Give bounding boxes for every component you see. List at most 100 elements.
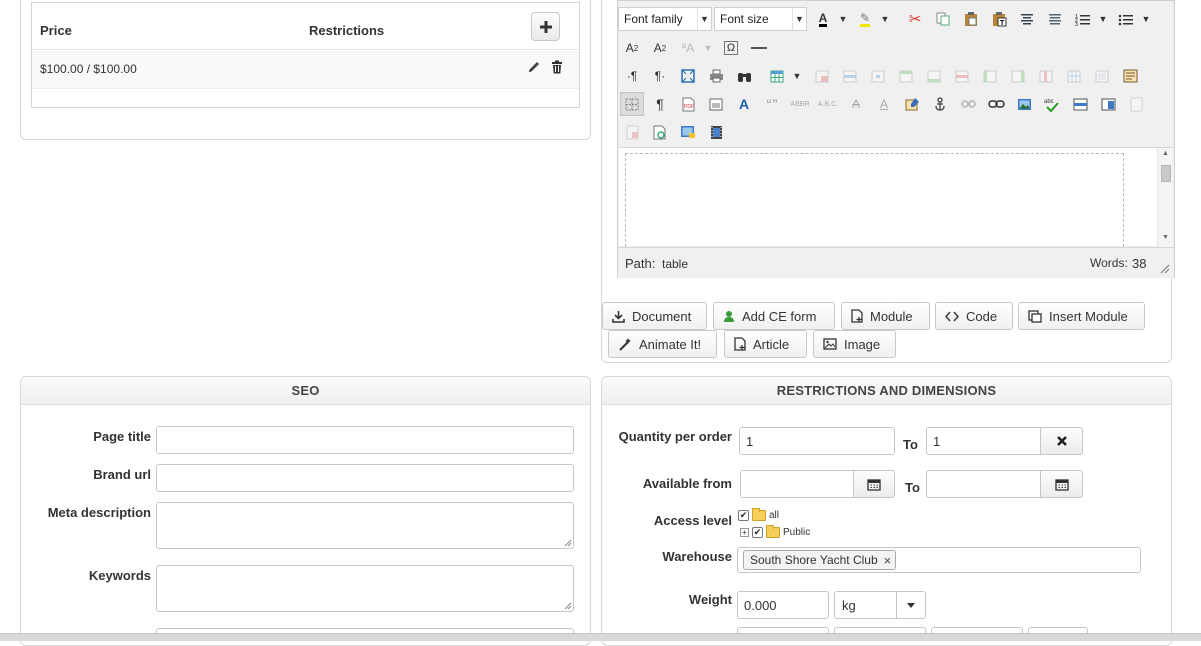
table-icon[interactable] <box>765 64 789 88</box>
edit-pencil-icon[interactable] <box>526 59 542 75</box>
insert-module-button[interactable]: Insert Module <box>1018 302 1145 330</box>
acronym-icon[interactable]: A.B.C. <box>816 92 840 116</box>
editor-content-area[interactable]: ▲ ▼ <box>619 147 1173 247</box>
access-public-checkbox[interactable]: ✔ <box>752 527 763 538</box>
special-char-icon[interactable]: Ω <box>719 36 743 60</box>
page-title-input[interactable] <box>156 426 574 454</box>
resize-grip-icon[interactable] <box>564 602 572 610</box>
editor-scrollbar[interactable]: ▲ ▼ <box>1157 148 1173 247</box>
link-icon[interactable] <box>984 92 1008 116</box>
text-direction-icon[interactable]: ªA <box>676 36 700 60</box>
page-break-icon[interactable] <box>1068 92 1092 116</box>
scroll-down-icon[interactable]: ▼ <box>1162 234 1169 241</box>
blockquote-icon[interactable]: “” <box>760 92 784 116</box>
pdf-icon[interactable]: PDF <box>676 92 700 116</box>
available-to-calendar-button[interactable] <box>1040 470 1083 498</box>
subscript-icon[interactable]: A2 <box>620 36 644 60</box>
row-props-icon[interactable] <box>838 64 862 88</box>
highlight-dropdown-icon[interactable]: ▼ <box>879 7 891 31</box>
copy-icon[interactable] <box>931 7 955 31</box>
insert-image-icon[interactable] <box>1012 92 1036 116</box>
code-button[interactable]: Code <box>935 302 1013 330</box>
attributes-icon[interactable] <box>900 92 924 116</box>
move-forward-icon[interactable] <box>1124 92 1148 116</box>
weight-unit-select[interactable]: kg <box>834 591 926 619</box>
brand-url-input[interactable] <box>156 464 574 492</box>
expand-icon[interactable]: + <box>740 528 749 537</box>
styles-icon[interactable]: A <box>732 92 756 116</box>
ordered-list-dropdown-icon[interactable]: ▼ <box>1097 7 1109 31</box>
anchor-icon[interactable] <box>928 92 952 116</box>
find-icon[interactable] <box>732 64 756 88</box>
cut-icon[interactable]: ✂ <box>903 7 927 31</box>
layer-icon[interactable] <box>1096 92 1120 116</box>
available-from-calendar-button[interactable] <box>853 470 895 498</box>
image-button[interactable]: Image <box>813 330 896 358</box>
media-icon[interactable] <box>704 120 728 144</box>
resize-grip-icon[interactable] <box>1160 264 1170 274</box>
add-price-button[interactable] <box>531 12 560 41</box>
font-family-select[interactable]: Font family ▼ <box>618 7 712 31</box>
available-from-input[interactable] <box>740 470 855 498</box>
iframe-icon[interactable] <box>704 92 728 116</box>
unordered-list-icon[interactable] <box>1114 7 1138 31</box>
visual-aid-icon[interactable] <box>620 92 644 116</box>
warehouse-multiselect[interactable]: South Shore Yacht Club × <box>737 547 1141 573</box>
clear-quantity-button[interactable] <box>1040 427 1083 455</box>
rtl-icon[interactable]: ¶· <box>648 64 672 88</box>
text-color-icon[interactable]: A <box>811 7 835 31</box>
insert-col-after-icon[interactable] <box>1006 64 1030 88</box>
remove-tag-icon[interactable]: × <box>884 553 892 569</box>
quantity-from-input[interactable] <box>739 427 895 455</box>
text-color-dropdown-icon[interactable]: ▼ <box>837 7 849 31</box>
unlink-icon[interactable] <box>956 92 980 116</box>
move-backward-icon[interactable] <box>620 120 644 144</box>
show-blocks-icon[interactable]: ¶ <box>648 92 672 116</box>
resize-grip-icon[interactable] <box>564 539 572 547</box>
document-button[interactable]: Document <box>602 302 707 330</box>
template-icon[interactable] <box>1118 64 1142 88</box>
font-size-select[interactable]: Font size ▼ <box>714 7 807 31</box>
cell-props-icon[interactable] <box>866 64 890 88</box>
access-all-checkbox[interactable]: ✔ <box>738 510 749 521</box>
access-tree-item-public[interactable]: + ✔ Public <box>740 525 810 538</box>
scroll-thumb[interactable] <box>1161 165 1171 182</box>
meta-description-textarea[interactable] <box>156 502 574 549</box>
ordered-list-icon[interactable]: 123 <box>1071 7 1095 31</box>
paste-text-icon[interactable]: T <box>987 7 1011 31</box>
insert-row-after-icon[interactable] <box>922 64 946 88</box>
access-tree-item-all[interactable]: ✔ all <box>738 508 779 521</box>
unordered-list-dropdown-icon[interactable]: ▼ <box>1140 7 1152 31</box>
delete-row-icon[interactable] <box>950 64 974 88</box>
print-icon[interactable] <box>704 64 728 88</box>
animate-it-button[interactable]: Animate It! <box>608 330 717 358</box>
article-button[interactable]: Article <box>724 330 807 358</box>
ltr-icon[interactable]: ·¶ <box>620 64 644 88</box>
align-center-icon[interactable] <box>1015 7 1039 31</box>
text-direction-dropdown-icon[interactable]: ▼ <box>702 36 714 60</box>
split-cells-icon[interactable] <box>1062 64 1086 88</box>
module-button[interactable]: Module <box>841 302 930 330</box>
horizontal-rule-icon[interactable] <box>747 36 771 60</box>
path-value[interactable]: table <box>662 257 688 271</box>
quantity-to-input[interactable] <box>926 427 1042 455</box>
delete-table-icon[interactable] <box>810 64 834 88</box>
paste-icon[interactable] <box>959 7 983 31</box>
strikethrough-icon[interactable]: A <box>844 92 868 116</box>
highlight-color-icon[interactable]: ✎ <box>853 7 877 31</box>
scroll-up-icon[interactable]: ▲ <box>1162 150 1169 157</box>
available-to-input[interactable] <box>926 470 1042 498</box>
align-justify-icon[interactable] <box>1043 7 1067 31</box>
document-props-icon[interactable] <box>648 120 672 144</box>
fullscreen-icon[interactable] <box>676 64 700 88</box>
merge-cells-icon[interactable] <box>1090 64 1114 88</box>
weight-input[interactable] <box>737 591 829 619</box>
image-manager-icon[interactable] <box>676 120 700 144</box>
insert-text-icon[interactable]: A <box>872 92 896 116</box>
trash-icon[interactable] <box>549 59 565 75</box>
keywords-textarea[interactable] <box>156 565 574 612</box>
table-dropdown-icon[interactable]: ▼ <box>791 64 803 88</box>
spellcheck-icon[interactable]: abc <box>1040 92 1064 116</box>
add-ce-form-button[interactable]: Add CE form <box>713 302 835 330</box>
insert-row-before-icon[interactable] <box>894 64 918 88</box>
